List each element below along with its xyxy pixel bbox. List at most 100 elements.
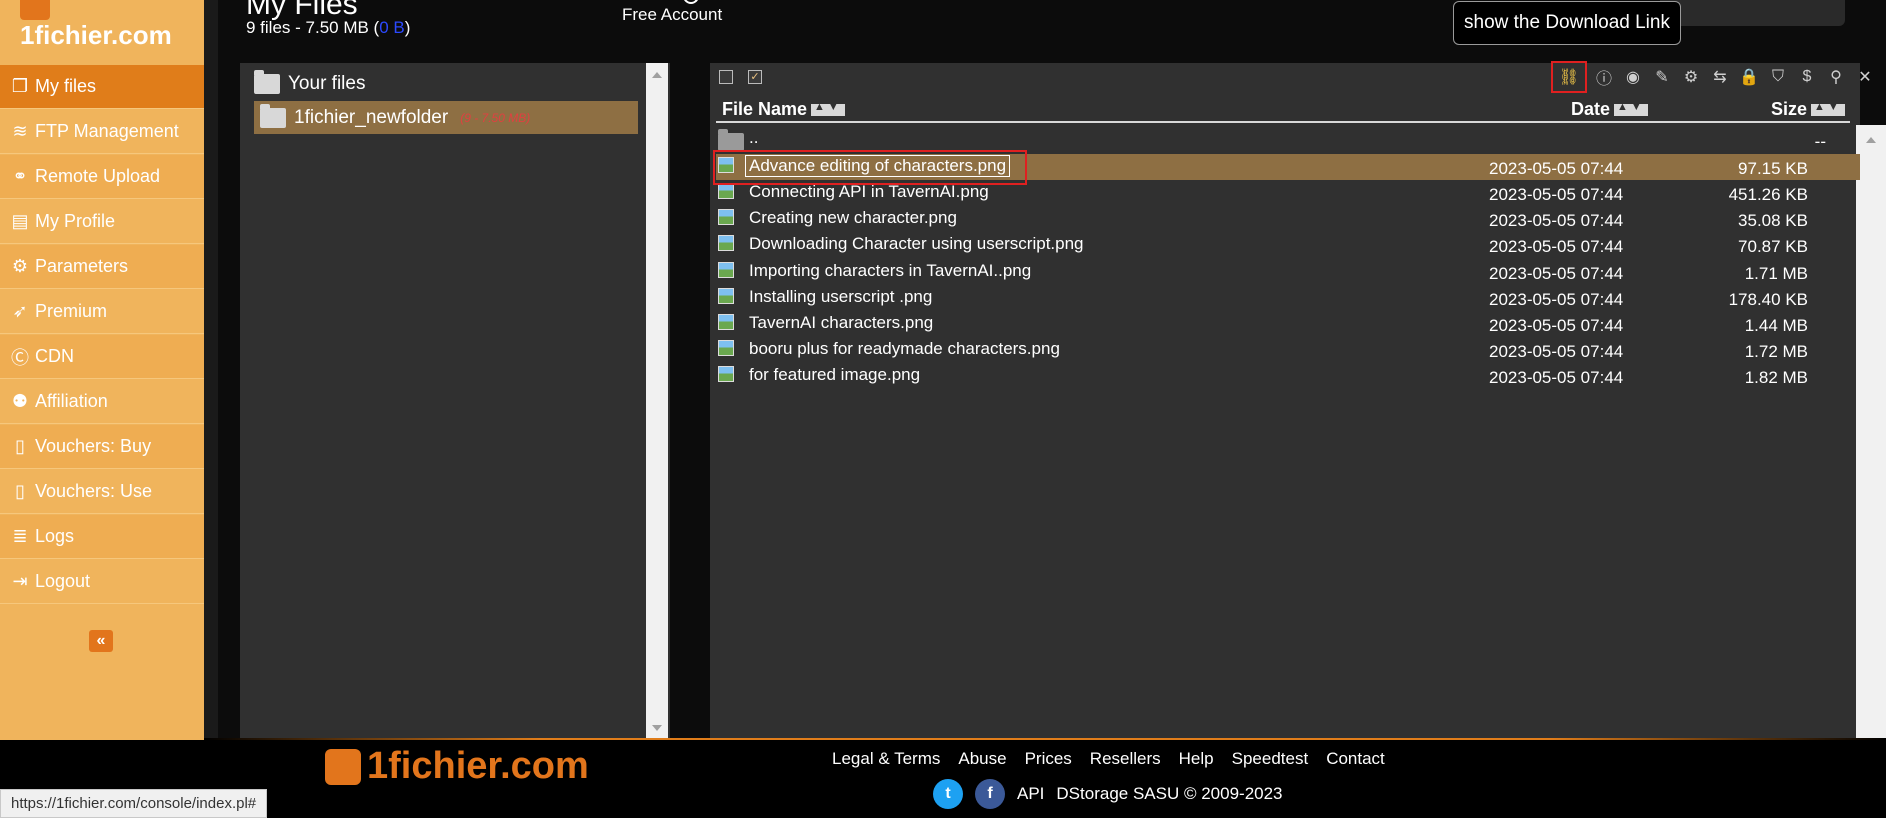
folder-scrollbar[interactable]: [646, 63, 668, 740]
file-date: 2023-05-05 07:44: [1489, 237, 1624, 256]
table-row[interactable]: Importing characters in TavernAI..png 202…: [716, 259, 1860, 285]
table-row[interactable]: TavernAI characters.png 2023-05-05 07:44 1…: [716, 311, 1860, 337]
sidebar-item-ftp-management[interactable]: ≋ FTP Management: [0, 110, 204, 154]
twitter-icon[interactable]: t: [933, 779, 963, 809]
folder-icon: [254, 70, 280, 94]
folder-item[interactable]: 1fichier_newfolder (9 - 7.50 MB): [254, 101, 638, 134]
sort-icon[interactable]: [1811, 101, 1846, 116]
voucher-buy-icon: ▯: [15, 436, 25, 456]
parent-name: ..: [749, 128, 759, 147]
footer-link-legal[interactable]: Legal & Terms: [832, 749, 940, 769]
file-size: 451.26 KB: [1728, 185, 1808, 204]
scroll-down-icon[interactable]: [652, 725, 662, 731]
sidebar-item-vouchers-use[interactable]: ▯ Vouchers: Use: [0, 470, 204, 514]
app-root: 1fichier.com ❐ My files ≋ FTP Management ⚭…: [0, 0, 1886, 818]
footer-link-help[interactable]: Help: [1179, 749, 1214, 769]
file-scrollbar[interactable]: [1856, 125, 1886, 740]
sidebar-item-logs[interactable]: ≣ Logs: [0, 515, 204, 559]
table-row[interactable]: Installing userscript .png 2023-05-05 07:…: [716, 285, 1860, 311]
parent-folder-row[interactable]: .. --: [716, 128, 1850, 151]
status-bar-url: https://1fichier.com/console/index.pl#: [0, 789, 268, 818]
link-icon: ⚭: [12, 166, 28, 186]
shield-icon[interactable]: ⛉: [1766, 65, 1790, 89]
account-type[interactable]: Free Account: [622, 5, 722, 25]
logs-icon: ≣: [12, 526, 28, 546]
file-size: 97.15 KB: [1738, 159, 1808, 178]
footer-link-contact[interactable]: Contact: [1326, 749, 1385, 769]
column-header-date[interactable]: Date: [1571, 99, 1649, 120]
sidebar-item-affiliation[interactable]: ⚉ Affiliation: [0, 380, 204, 424]
footer-link-prices[interactable]: Prices: [1025, 749, 1072, 769]
sort-icon[interactable]: [1614, 101, 1649, 116]
sidebar-item-label: Logs: [35, 526, 75, 546]
footer-links: Legal & Terms Abuse Prices Resellers Hel…: [832, 749, 1385, 769]
table-row[interactable]: Downloading Character using userscript.p…: [716, 232, 1860, 258]
column-label: File Name: [722, 99, 808, 119]
sidebar-item-remote-upload[interactable]: ⚭ Remote Upload: [0, 155, 204, 199]
logout-icon: ⇥: [12, 571, 28, 591]
link-icon[interactable]: ⛓: [1551, 61, 1587, 93]
brand-logo[interactable]: 1fichier.com: [20, 0, 204, 50]
table-row[interactable]: for featured image.png 2023-05-05 07:44 1.…: [716, 363, 1860, 389]
lock-icon[interactable]: 🔒: [1737, 65, 1761, 89]
info-icon[interactable]: ⓘ: [1592, 65, 1616, 89]
column-header-name[interactable]: File Name: [722, 99, 846, 120]
file-size: 1.71 MB: [1744, 264, 1808, 283]
table-row[interactable]: Creating new character.png 2023-05-05 07:…: [716, 206, 1860, 232]
folder-root[interactable]: Your files: [254, 70, 365, 95]
image-file-icon: [718, 209, 734, 225]
sidebar-item-my-files[interactable]: ❐ My files: [0, 65, 204, 109]
image-file-icon: [718, 366, 734, 382]
scroll-up-icon[interactable]: [1866, 137, 1876, 143]
file-date: 2023-05-05 07:44: [1489, 185, 1624, 204]
eye-icon[interactable]: ◉: [1621, 65, 1645, 89]
select-checked-checkbox[interactable]: ✓: [748, 70, 762, 84]
move-icon[interactable]: ⇆: [1708, 65, 1732, 89]
footer-logo[interactable]: 1fichier.com: [325, 745, 589, 788]
file-date: 2023-05-05 07:44: [1489, 264, 1624, 283]
folder-tree-panel: [240, 63, 670, 740]
tooltip: show the Download Link: [1453, 1, 1681, 45]
stats-suffix: ): [404, 18, 411, 37]
footer-link-resellers[interactable]: Resellers: [1090, 749, 1161, 769]
file-date: 2023-05-05 07:44: [1489, 290, 1624, 309]
column-header-size[interactable]: Size: [1771, 99, 1846, 120]
pin-icon[interactable]: ⚲: [1824, 65, 1848, 89]
sort-icon[interactable]: [811, 101, 846, 116]
footer-link-abuse[interactable]: Abuse: [958, 749, 1006, 769]
footer-link-api[interactable]: API: [1017, 784, 1044, 804]
sidebar-item-premium[interactable]: ➶ Premium: [0, 290, 204, 334]
file-name: for featured image.png: [749, 365, 921, 384]
footer-link-speedtest[interactable]: Speedtest: [1232, 749, 1309, 769]
selection-highlight-box: [713, 150, 1027, 185]
top-right-bar[interactable]: [1660, 0, 1845, 26]
file-date: 2023-05-05 07:44: [1489, 316, 1624, 335]
table-row[interactable]: booru plus for readymade characters.png 2…: [716, 337, 1860, 363]
sidebar-item-vouchers-buy[interactable]: ▯ Vouchers: Buy: [0, 425, 204, 469]
select-all-checkbox[interactable]: [719, 70, 733, 84]
files-icon: ❐: [11, 76, 29, 96]
gears-icon: ⚙: [11, 256, 29, 276]
sidebar-item-parameters[interactable]: ⚙ Parameters: [0, 245, 204, 289]
file-name: booru plus for readymade characters.png: [749, 339, 1060, 358]
logo-text: 1fichier.com: [20, 20, 172, 51]
image-file-icon: [718, 183, 734, 199]
sidebar-item-label: Parameters: [35, 256, 129, 276]
facebook-icon[interactable]: f: [975, 779, 1005, 809]
file-date: 2023-05-05 07:44: [1489, 368, 1624, 387]
sidebar-item-cdn[interactable]: Ⓒ CDN: [0, 335, 204, 379]
delete-icon[interactable]: ✕: [1853, 65, 1877, 89]
sidebar-item-logout[interactable]: ⇥ Logout: [0, 560, 204, 604]
folder-meta: (9 - 7.50 MB): [460, 110, 531, 125]
settings-icon[interactable]: ⚙: [1679, 65, 1703, 89]
image-file-icon: [718, 314, 734, 330]
file-name: Importing characters in TavernAI..png: [749, 261, 1032, 280]
sidebar-item-label: Logout: [35, 571, 91, 591]
scroll-up-icon[interactable]: [652, 72, 662, 78]
edit-icon[interactable]: ✎: [1650, 65, 1674, 89]
file-name: Creating new character.png: [749, 208, 957, 227]
header-divider: [716, 121, 1850, 123]
collapse-sidebar-button[interactable]: «: [89, 630, 113, 652]
dollar-icon[interactable]: $: [1795, 65, 1819, 89]
sidebar-item-my-profile[interactable]: ▤ My Profile: [0, 200, 204, 244]
